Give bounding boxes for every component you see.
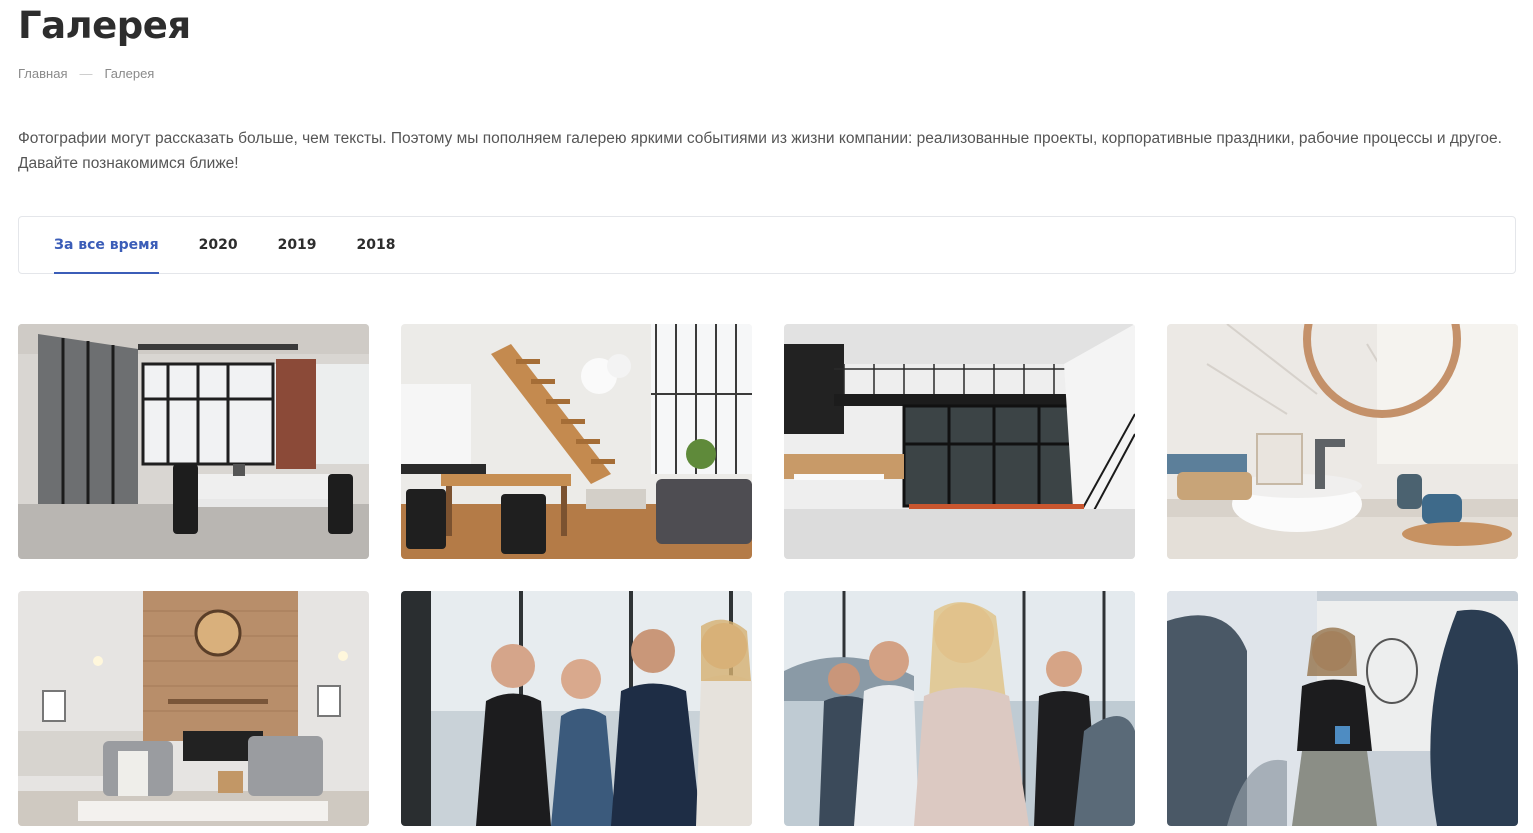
gallery-photo-loft-living-room[interactable] [401, 324, 752, 559]
tab-all-time[interactable]: За все время [54, 217, 159, 274]
photo-team-image [401, 591, 752, 826]
photo-bathroom-image [1167, 324, 1518, 559]
gallery-photo-office-mezzanine[interactable] [784, 324, 1135, 559]
tab-2020[interactable]: 2020 [199, 217, 238, 273]
page-title: Галерея [18, 4, 191, 47]
breadcrumb-home-link[interactable]: Главная [18, 66, 67, 81]
photo-audience-image [784, 591, 1135, 826]
photo-office-loft-image [18, 324, 369, 559]
breadcrumb-separator: — [79, 66, 93, 81]
gallery-photo-office-loft[interactable] [18, 324, 369, 559]
breadcrumb: Главная — Галерея [18, 66, 154, 81]
photo-office-mezzanine-image [784, 324, 1135, 559]
gallery-photo-audience[interactable] [784, 591, 1135, 826]
intro-text: Фотографии могут рассказать больше, чем … [18, 130, 1502, 172]
tab-2018[interactable]: 2018 [357, 217, 396, 273]
gallery-photo-living-room[interactable] [18, 591, 369, 826]
breadcrumb-current: Галерея [104, 66, 155, 81]
photo-loft-living-room-image [401, 324, 752, 559]
gallery-photo-presentation[interactable] [1167, 591, 1518, 826]
photo-living-room-image [18, 591, 369, 826]
tab-2019[interactable]: 2019 [278, 217, 317, 273]
gallery-photo-team[interactable] [401, 591, 752, 826]
photo-presentation-image [1167, 591, 1518, 826]
gallery-photo-bathroom[interactable] [1167, 324, 1518, 559]
year-tabs: За все время 2020 2019 2018 [18, 216, 1516, 274]
